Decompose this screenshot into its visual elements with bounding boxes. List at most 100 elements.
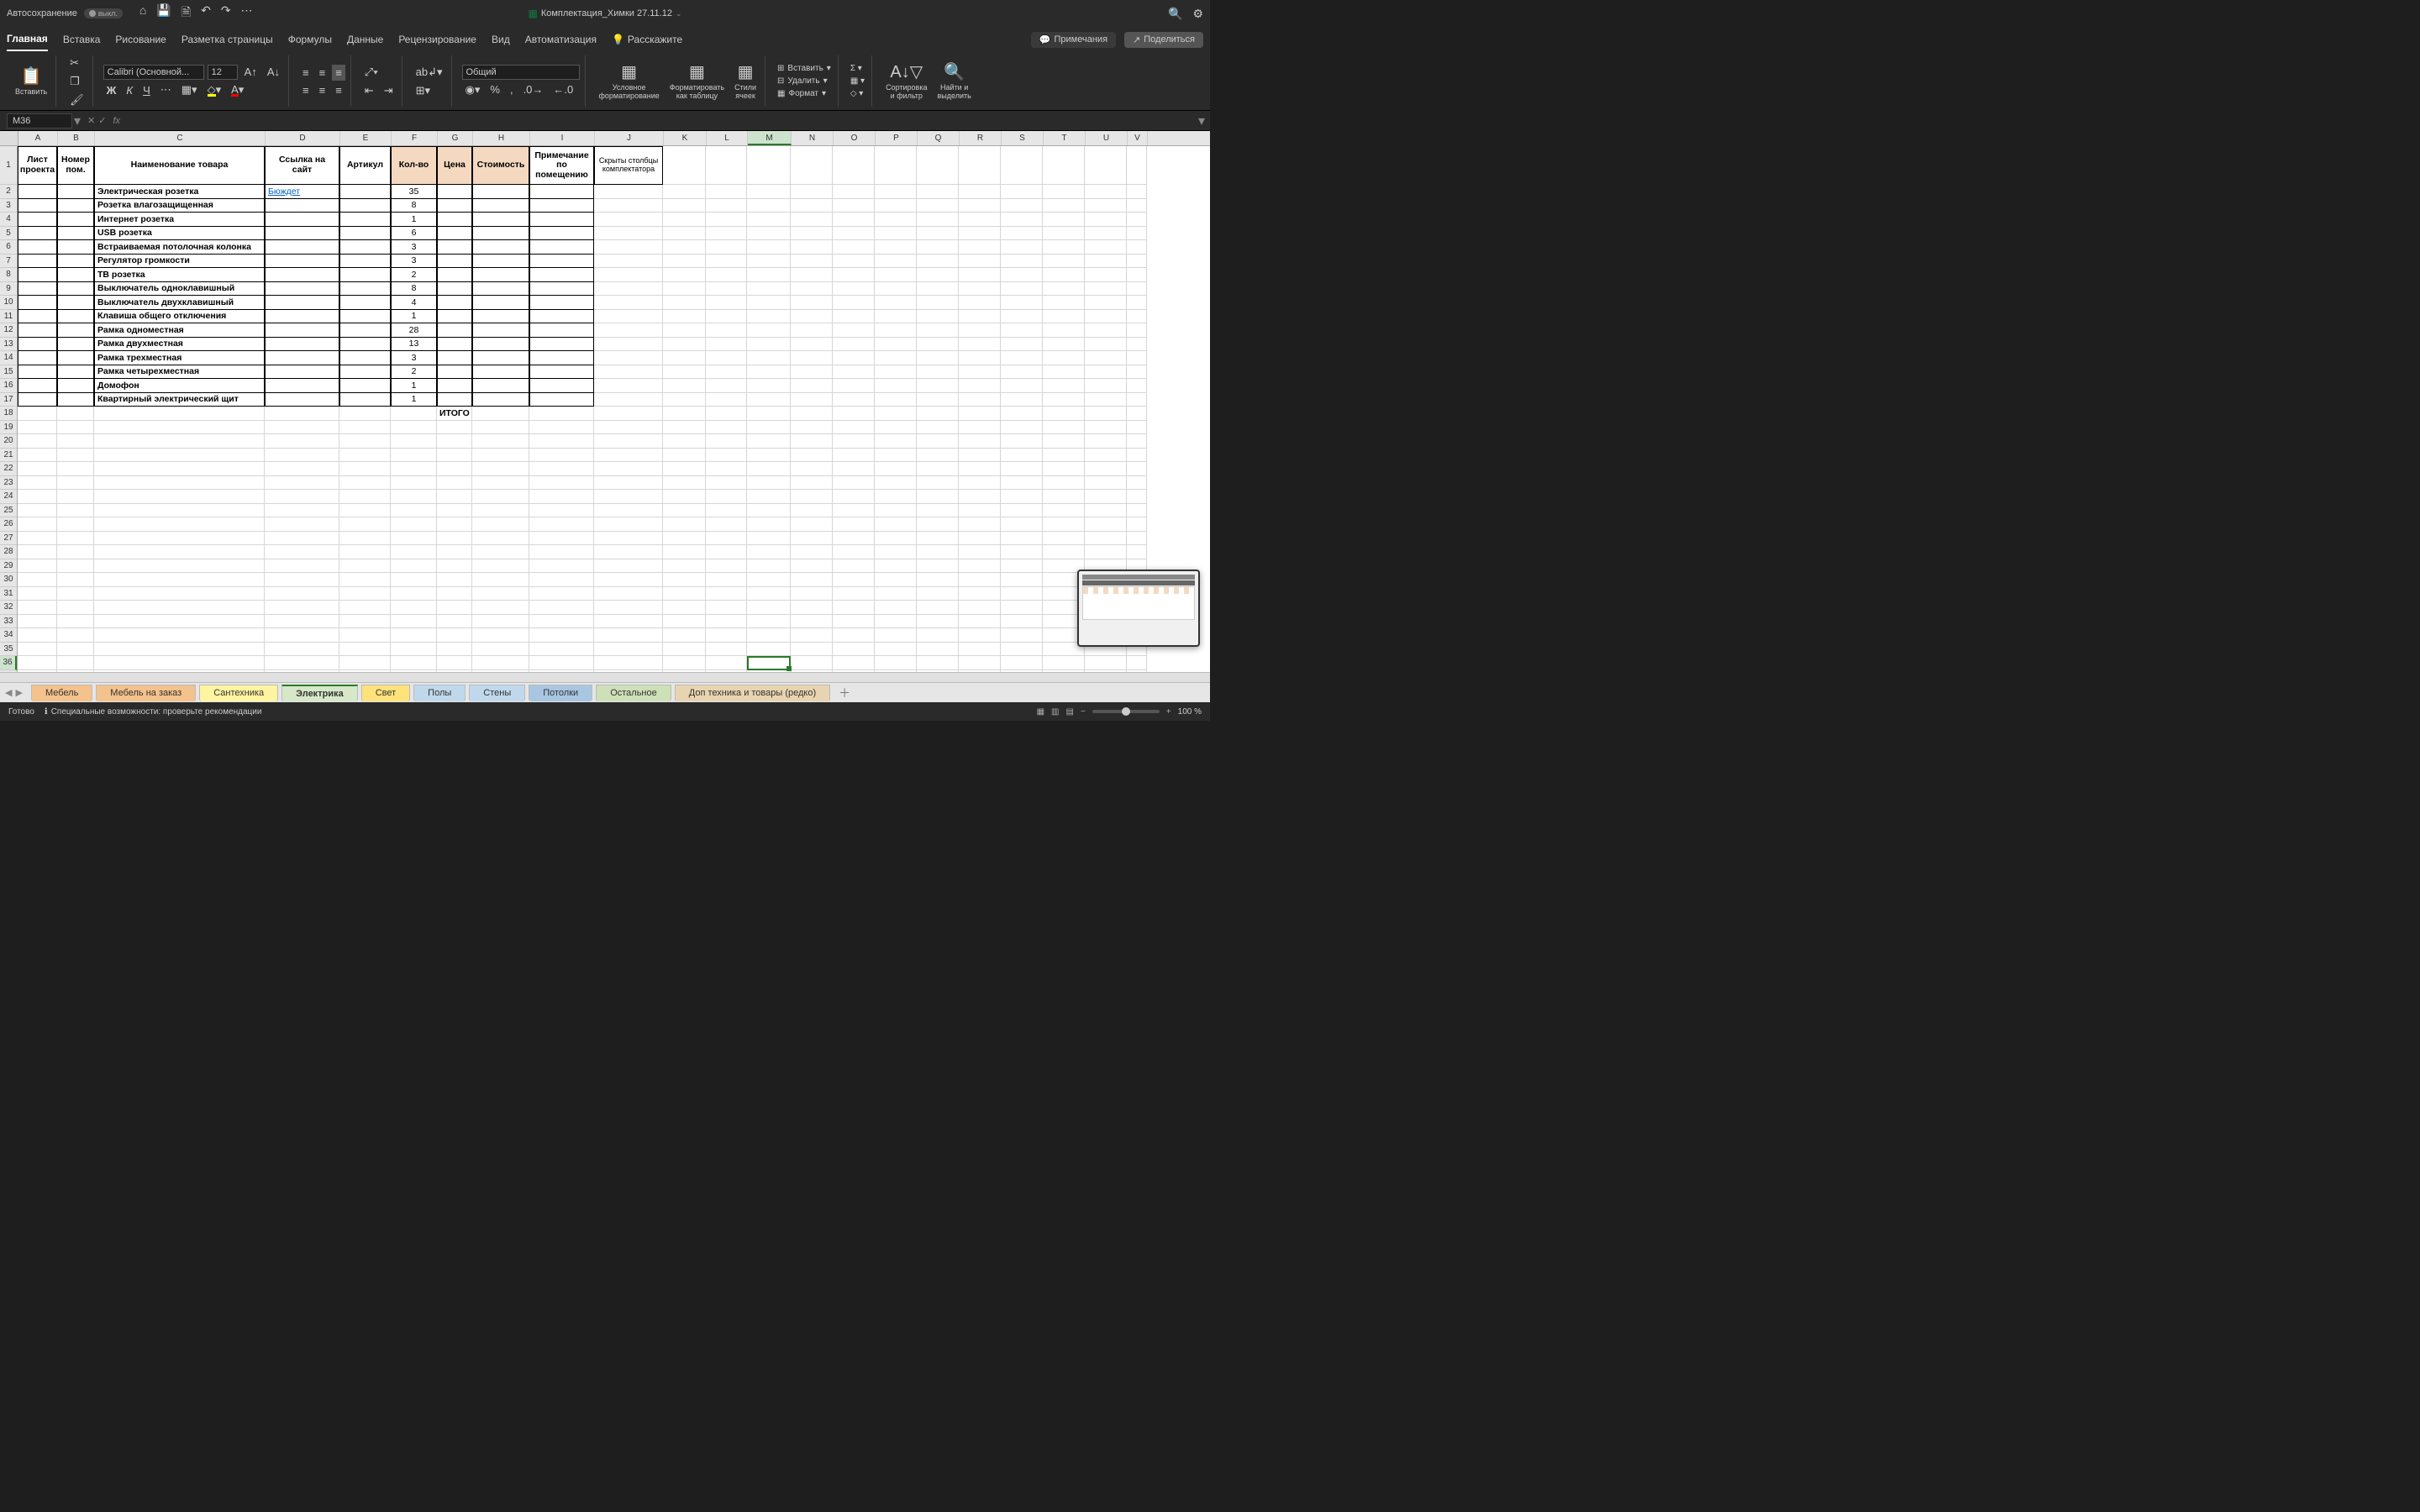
- cell[interactable]: [57, 545, 94, 559]
- cell[interactable]: [529, 351, 594, 365]
- cell[interactable]: [663, 449, 706, 463]
- cell[interactable]: [94, 615, 265, 629]
- find-select-button[interactable]: 🔍 Найти и выделить: [934, 60, 974, 102]
- cell[interactable]: 6: [391, 227, 437, 241]
- cell[interactable]: [18, 434, 57, 449]
- cell[interactable]: [265, 462, 339, 476]
- cell[interactable]: Розетка влагозащищенная: [94, 199, 265, 213]
- cell[interactable]: [57, 185, 94, 199]
- col-header-R[interactable]: R: [960, 131, 1002, 145]
- cell[interactable]: [1043, 338, 1085, 352]
- cell[interactable]: [594, 434, 663, 449]
- row-header-29[interactable]: 29: [0, 559, 17, 574]
- cell[interactable]: [437, 490, 472, 504]
- cell[interactable]: [437, 310, 472, 324]
- cell[interactable]: [472, 628, 529, 643]
- cell[interactable]: [875, 213, 917, 227]
- cell[interactable]: [959, 532, 1001, 546]
- cell[interactable]: [747, 199, 791, 213]
- cell[interactable]: [437, 379, 472, 393]
- next-sheet-icon[interactable]: ▶: [15, 687, 22, 698]
- cell[interactable]: [339, 379, 391, 393]
- cell[interactable]: [391, 407, 437, 421]
- formula-input[interactable]: [120, 114, 1193, 128]
- paste-button[interactable]: 📋 Вставить: [12, 64, 50, 98]
- cell[interactable]: [339, 601, 391, 615]
- tab-draw[interactable]: Рисование: [115, 29, 166, 50]
- document-title[interactable]: ▦ Комплектация_Химки 27.11.12 ⌄: [528, 8, 681, 19]
- cell[interactable]: [833, 338, 875, 352]
- cell[interactable]: [391, 656, 437, 670]
- save-icon[interactable]: 💾: [156, 3, 171, 24]
- cell[interactable]: [1043, 407, 1085, 421]
- cell[interactable]: [1043, 490, 1085, 504]
- cell[interactable]: [875, 628, 917, 643]
- cell[interactable]: [917, 643, 959, 657]
- cell[interactable]: [959, 517, 1001, 532]
- cell[interactable]: [833, 462, 875, 476]
- cell[interactable]: [472, 421, 529, 435]
- cell[interactable]: [1085, 656, 1127, 670]
- cell[interactable]: [594, 504, 663, 518]
- cell[interactable]: Примечание по помещению: [529, 146, 594, 185]
- cell[interactable]: [959, 351, 1001, 365]
- cell[interactable]: [437, 323, 472, 338]
- cell[interactable]: [833, 449, 875, 463]
- accept-formula-icon[interactable]: ✓: [98, 115, 106, 126]
- cell[interactable]: [1043, 532, 1085, 546]
- cell[interactable]: [663, 643, 706, 657]
- cell[interactable]: [663, 351, 706, 365]
- cell[interactable]: [875, 449, 917, 463]
- cell[interactable]: [472, 476, 529, 491]
- cell[interactable]: [265, 393, 339, 407]
- cell[interactable]: [94, 628, 265, 643]
- cell[interactable]: [437, 476, 472, 491]
- cell[interactable]: [917, 559, 959, 574]
- row-header-13[interactable]: 13: [0, 338, 17, 352]
- cell[interactable]: [437, 656, 472, 670]
- cell[interactable]: [94, 434, 265, 449]
- cell[interactable]: [18, 268, 57, 282]
- cell[interactable]: [472, 670, 529, 673]
- cell[interactable]: [791, 449, 833, 463]
- cell[interactable]: [833, 656, 875, 670]
- cell[interactable]: [594, 462, 663, 476]
- cell[interactable]: [747, 255, 791, 269]
- cell[interactable]: [1001, 310, 1043, 324]
- clear-button[interactable]: ◇ ▾: [849, 88, 866, 99]
- cell[interactable]: [472, 268, 529, 282]
- cell[interactable]: [594, 255, 663, 269]
- cell[interactable]: [833, 296, 875, 310]
- cell[interactable]: [1127, 449, 1147, 463]
- cell[interactable]: [959, 379, 1001, 393]
- cell[interactable]: [1043, 310, 1085, 324]
- tab-data[interactable]: Данные: [347, 29, 383, 50]
- cell[interactable]: [1001, 573, 1043, 587]
- outdent-icon[interactable]: ⇤: [361, 82, 377, 99]
- cell[interactable]: 35: [391, 185, 437, 199]
- cell[interactable]: [594, 670, 663, 673]
- cell[interactable]: Клавиша общего отключения: [94, 310, 265, 324]
- cell[interactable]: [391, 559, 437, 574]
- tab-view[interactable]: Вид: [492, 29, 510, 50]
- cell[interactable]: [791, 227, 833, 241]
- cell[interactable]: [747, 476, 791, 491]
- cell[interactable]: Выключатель двухклавишный: [94, 296, 265, 310]
- cell[interactable]: [747, 656, 791, 670]
- cell[interactable]: [706, 476, 747, 491]
- sheet-tab[interactable]: Электрика: [281, 685, 358, 701]
- cell[interactable]: [959, 310, 1001, 324]
- cell[interactable]: [1085, 268, 1127, 282]
- cell[interactable]: [959, 227, 1001, 241]
- cell[interactable]: [747, 379, 791, 393]
- cut-icon[interactable]: ✂: [66, 55, 87, 71]
- cell[interactable]: [1127, 227, 1147, 241]
- cell[interactable]: [94, 601, 265, 615]
- row-header-31[interactable]: 31: [0, 587, 17, 601]
- copy-icon[interactable]: ❐: [66, 73, 87, 90]
- cell[interactable]: [1001, 476, 1043, 491]
- cell[interactable]: [437, 268, 472, 282]
- cell[interactable]: [94, 462, 265, 476]
- cell[interactable]: [437, 643, 472, 657]
- cell[interactable]: [18, 255, 57, 269]
